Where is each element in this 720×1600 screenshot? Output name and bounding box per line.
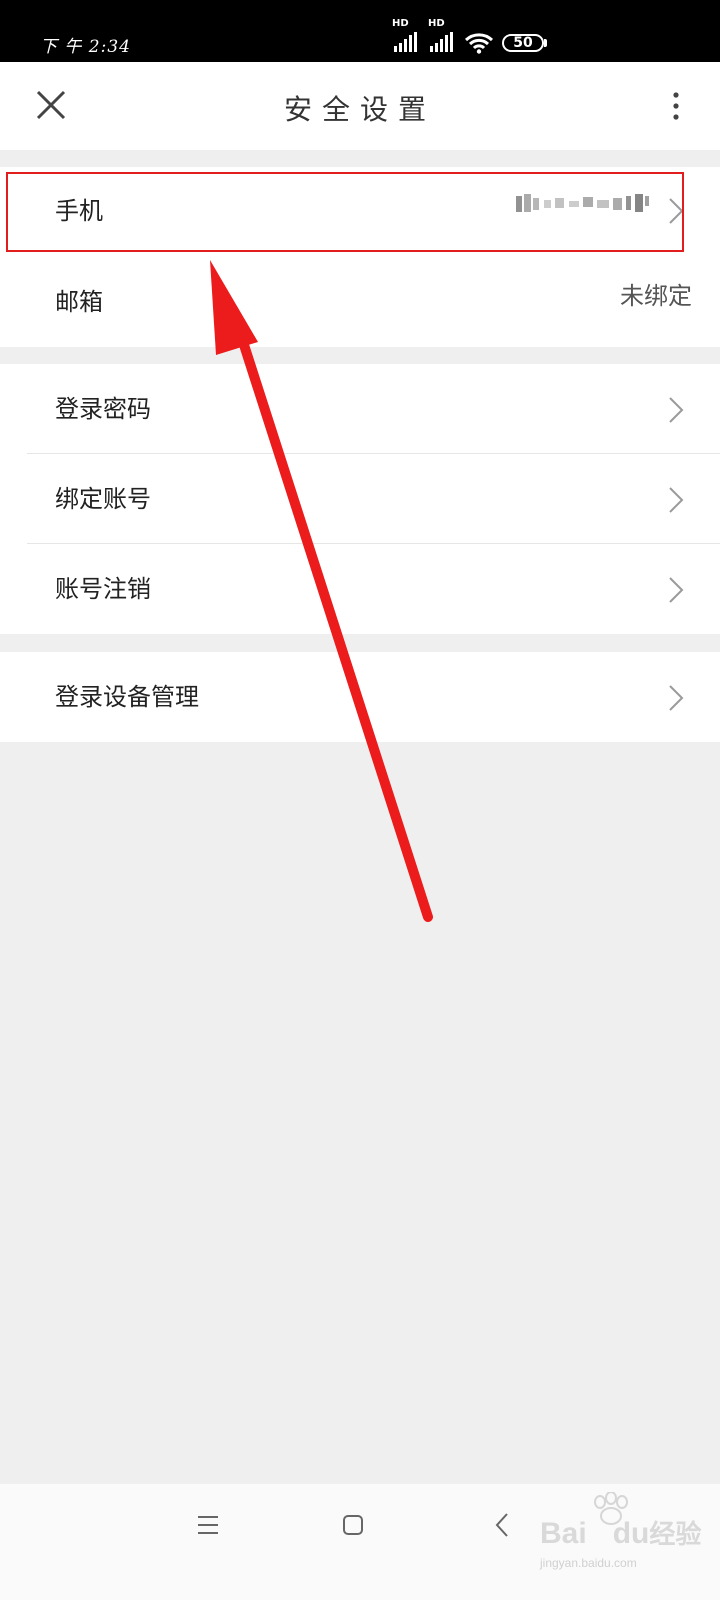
battery-cap xyxy=(544,39,547,47)
battery-icon: 50 xyxy=(502,34,544,52)
row-label-phone: 手机 xyxy=(55,197,103,225)
row-label-device-management: 登录设备管理 xyxy=(55,683,199,711)
settings-row-cancel-account[interactable]: 账号注销 xyxy=(0,544,720,634)
watermark-brand-right: du xyxy=(612,1517,650,1550)
baidu-jingyan-watermark: Bai du经验 jingyan.baidu.com xyxy=(540,1492,720,1600)
settings-row-email[interactable]: 邮箱 未绑定 xyxy=(0,257,720,347)
row-value-email: 未绑定 xyxy=(620,282,692,310)
watermark-brand-suffix: 经验 xyxy=(649,1520,702,1550)
more-vertical-icon[interactable] xyxy=(664,86,688,126)
back-icon[interactable] xyxy=(494,1512,510,1538)
network-type-label: HD xyxy=(428,18,445,29)
chevron-right-icon xyxy=(669,487,684,513)
settings-group-account: 登录密码 绑定账号 账号注销 xyxy=(0,364,720,634)
row-label-login-password: 登录密码 xyxy=(55,395,151,423)
row-label-bind-account: 绑定账号 xyxy=(55,485,151,513)
home-icon[interactable] xyxy=(342,1514,364,1536)
signal-icon xyxy=(430,32,453,52)
settings-row-bind-account[interactable]: 绑定账号 xyxy=(0,454,720,544)
row-label-cancel-account: 账号注销 xyxy=(55,575,151,603)
chevron-right-icon xyxy=(669,397,684,423)
watermark-url: jingyan.baidu.com xyxy=(540,1556,637,1570)
signal-icon xyxy=(394,32,417,52)
watermark-brand-left: Bai xyxy=(540,1517,587,1550)
settings-group-devices: 登录设备管理 xyxy=(0,652,720,742)
chevron-right-icon xyxy=(669,577,684,603)
status-indicators: HD HD 50 xyxy=(0,18,720,58)
chevron-right-icon xyxy=(669,685,684,711)
chevron-right-icon xyxy=(669,198,684,224)
network-type-label: HD xyxy=(392,18,409,29)
masked-phone-number xyxy=(516,194,649,212)
settings-row-login-password[interactable]: 登录密码 xyxy=(0,364,720,454)
battery-level: 50 xyxy=(513,35,533,51)
settings-row-device-management[interactable]: 登录设备管理 xyxy=(0,652,720,742)
page-title: 安全设置 xyxy=(283,93,436,126)
row-label-email: 邮箱 xyxy=(55,288,103,316)
nav-bar: 安全设置 xyxy=(0,62,720,150)
wifi-icon xyxy=(464,33,494,54)
status-bar: 下 午 2:34 HD HD 50 xyxy=(0,0,720,62)
menu-icon[interactable] xyxy=(196,1514,220,1536)
